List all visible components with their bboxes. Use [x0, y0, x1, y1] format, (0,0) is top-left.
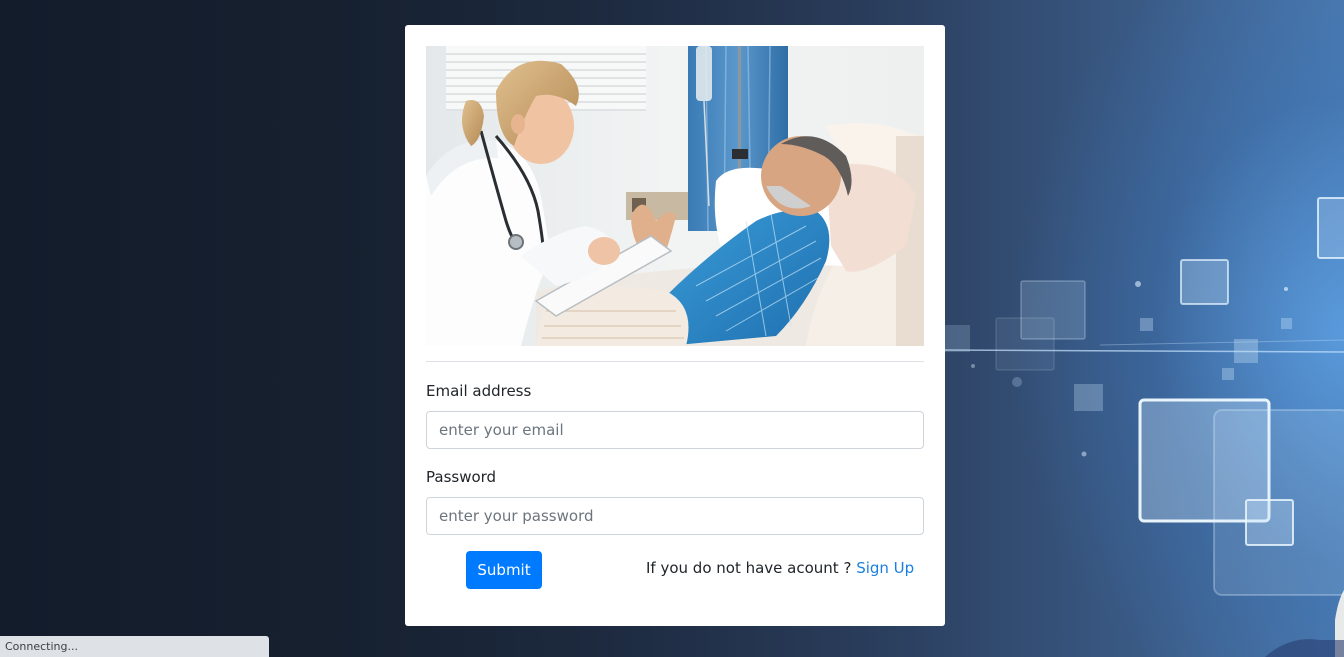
signup-prompt-text: If you do not have acount ? [646, 559, 857, 577]
submit-button[interactable]: Submit [466, 551, 542, 589]
password-label: Password [426, 468, 497, 486]
login-card: Email address Password Submit If you do … [405, 25, 945, 626]
email-label: Email address [426, 382, 532, 400]
divider [426, 361, 924, 362]
password-field[interactable] [426, 497, 924, 535]
browser-status-bar: Connecting... [0, 636, 269, 657]
page-background: Email address Password Submit If you do … [0, 0, 1344, 657]
doctor-patient-photo [426, 46, 924, 346]
signup-prompt-row: If you do not have acount ? Sign Up [646, 559, 914, 577]
email-field[interactable] [426, 411, 924, 449]
sign-up-link[interactable]: Sign Up [856, 559, 914, 577]
